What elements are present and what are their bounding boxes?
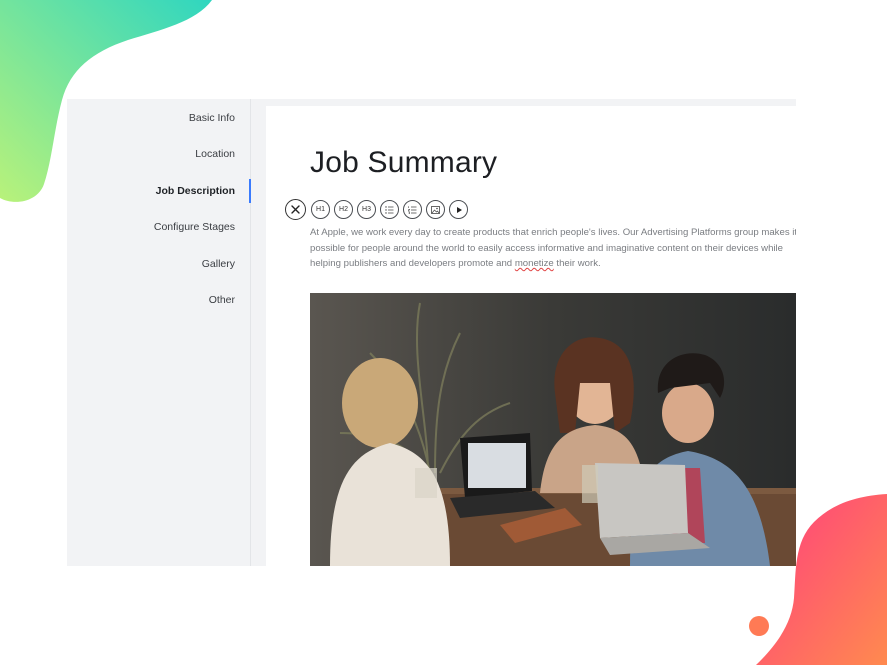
sidebar-item-gallery[interactable]: Gallery (202, 258, 235, 270)
unordered-list-button[interactable] (380, 200, 399, 219)
ordered-list-icon (408, 205, 417, 214)
sidebar-item-basic-info[interactable]: Basic Info (189, 112, 235, 124)
sidebar-item-other[interactable]: Other (209, 294, 235, 306)
team-photo (310, 293, 796, 566)
app-window: Basic Info Location Job Description Conf… (67, 99, 796, 566)
unordered-list-icon (385, 205, 394, 214)
body-text-part-2: their work. (553, 258, 601, 269)
sidebar: Basic Info Location Job Description Conf… (67, 99, 251, 566)
heading-1-button[interactable]: H1 (311, 200, 330, 219)
page-title[interactable]: Job Summary (310, 146, 497, 180)
insert-video-button[interactable] (449, 200, 468, 219)
editor-panel: Job Summary H1 H2 H3 At Apple, we work e… (266, 106, 796, 566)
sidebar-item-configure-stages[interactable]: Configure Stages (154, 221, 235, 233)
insert-image-button[interactable] (426, 200, 445, 219)
close-toolbar-button[interactable] (285, 199, 306, 220)
heading-2-button[interactable]: H2 (334, 200, 353, 219)
job-summary-image[interactable] (310, 293, 796, 566)
job-summary-text[interactable]: At Apple, we work every day to create pr… (310, 225, 796, 272)
active-item-indicator (249, 179, 251, 203)
heading-3-button[interactable]: H3 (357, 200, 376, 219)
misspelled-word: monetize (514, 258, 554, 269)
ordered-list-button[interactable] (403, 200, 422, 219)
video-play-icon (456, 206, 462, 213)
sidebar-item-location[interactable]: Location (195, 148, 235, 160)
close-icon (291, 205, 300, 214)
image-icon (431, 205, 440, 214)
sidebar-item-job-description[interactable]: Job Description (156, 185, 235, 197)
